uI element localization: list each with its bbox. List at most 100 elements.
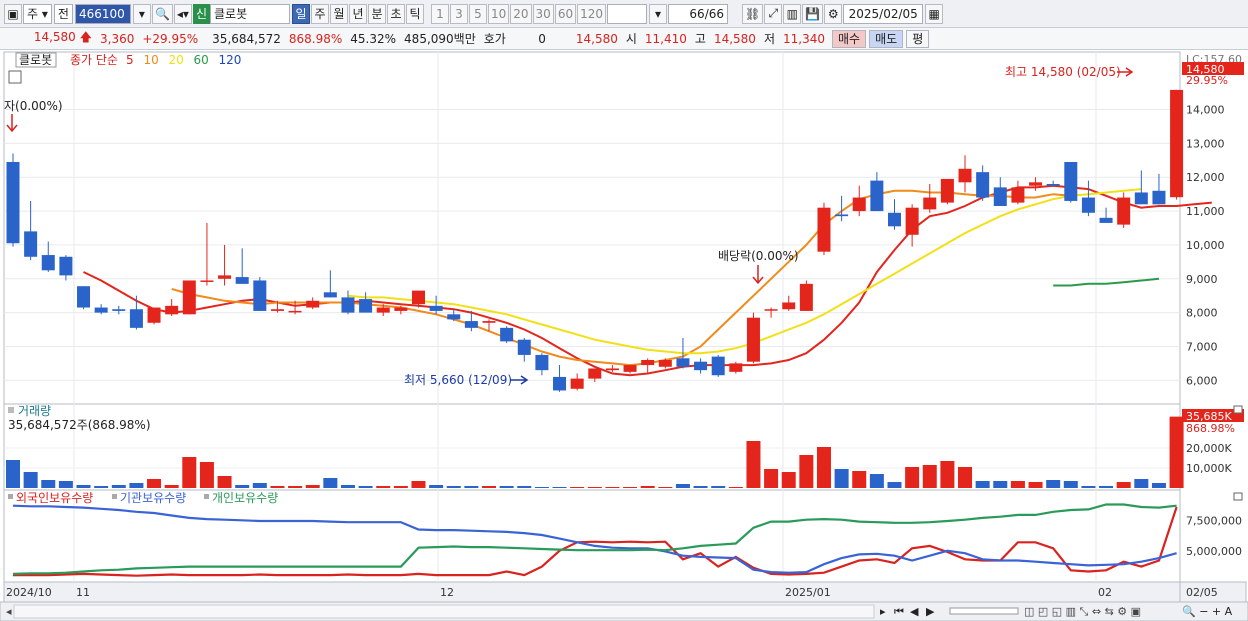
period-button-2[interactable]: 월 bbox=[329, 3, 348, 24]
candle-body bbox=[165, 305, 179, 315]
market-select[interactable]: 주 ▾ bbox=[23, 3, 52, 24]
candle-body bbox=[782, 302, 796, 310]
legend-ma-20: 20 bbox=[169, 53, 184, 67]
market-label: 주 bbox=[27, 7, 39, 21]
volume-info: 35,684,572주(868.98%) bbox=[8, 418, 151, 432]
volume-bar bbox=[552, 487, 567, 488]
interval-dropdown-icon[interactable]: ▾ bbox=[649, 3, 668, 24]
volume-bar bbox=[235, 485, 250, 488]
eval-button[interactable]: 평 bbox=[906, 29, 930, 48]
open-label: 시 bbox=[625, 32, 637, 46]
volume-bar bbox=[1134, 479, 1149, 488]
scroll-start-icon[interactable]: ⏮ bbox=[894, 605, 904, 618]
volume-tick-label: 20,000K bbox=[1186, 442, 1232, 455]
interval-button-30[interactable]: 30 bbox=[532, 3, 554, 24]
volume-bar bbox=[1028, 482, 1043, 488]
volume-bar bbox=[58, 481, 73, 488]
candle-body bbox=[429, 305, 443, 311]
interval-button-20[interactable]: 20 bbox=[510, 3, 532, 24]
candle-body bbox=[129, 309, 143, 328]
period-button-5[interactable]: 초 bbox=[386, 3, 405, 24]
period-button-3[interactable]: 년 bbox=[348, 3, 367, 24]
stock-code-input[interactable]: 466100 bbox=[74, 3, 131, 24]
current-price-value: 14,580 bbox=[33, 30, 76, 44]
volume-bar bbox=[869, 474, 884, 488]
volume-bar bbox=[799, 455, 814, 488]
candle-body bbox=[253, 280, 267, 311]
volume-bar bbox=[517, 486, 532, 488]
horizontal-scrollbar[interactable] bbox=[13, 604, 875, 619]
candle-body bbox=[570, 378, 584, 389]
interval-button-120[interactable]: 120 bbox=[577, 3, 607, 24]
chart-type-icon[interactable]: ▥ bbox=[783, 3, 802, 24]
interval-button-10[interactable]: 10 bbox=[487, 3, 510, 24]
up-arrow-icon: 🡅 bbox=[79, 30, 92, 44]
stock-chart-svg[interactable]: 14,000 13,000 12,000 11,000 10,000 9,000 8,000… bbox=[0, 50, 1248, 621]
price-tick-label: 10,000 bbox=[1186, 239, 1225, 252]
period-button-1[interactable]: 주 bbox=[310, 3, 329, 24]
interval-button-5[interactable]: 5 bbox=[468, 3, 487, 24]
volume-bar bbox=[887, 482, 902, 488]
code-dropdown-icon[interactable]: ▾ bbox=[132, 3, 151, 24]
sound-icon[interactable]: ◂▾ bbox=[173, 3, 192, 24]
candle-body bbox=[323, 292, 337, 298]
legend-ma-60: 60 bbox=[194, 53, 209, 67]
zoom-search-icon[interactable]: 🔍 − + A bbox=[1182, 604, 1233, 618]
gear-icon[interactable]: ⚙ bbox=[824, 3, 843, 24]
x-axis-label: 11 bbox=[76, 586, 90, 599]
interval-button-1[interactable]: 1 bbox=[430, 3, 449, 24]
candle-body bbox=[958, 168, 972, 183]
volume-panel-close-icon[interactable] bbox=[1233, 405, 1243, 414]
volume-bar bbox=[94, 486, 109, 488]
holdings-legend-item: 외국인보유수량 bbox=[16, 491, 93, 505]
window-menu-icon[interactable]: ▣ bbox=[4, 3, 22, 24]
period-select[interactable]: 전 bbox=[53, 3, 73, 24]
date-field[interactable]: 2025/02/05 bbox=[843, 3, 924, 24]
volume-bar bbox=[129, 483, 144, 488]
candle-body bbox=[588, 368, 602, 379]
candle-body bbox=[535, 354, 549, 371]
crosshair-icon[interactable]: ⤢ bbox=[764, 3, 783, 24]
scroll-right-icon[interactable]: ▸ bbox=[880, 605, 886, 618]
period-button-4[interactable]: 분 bbox=[367, 3, 386, 24]
save-icon[interactable]: 💾 bbox=[802, 3, 824, 24]
volume-bar bbox=[482, 486, 497, 488]
candle-body bbox=[500, 327, 514, 342]
candle-body bbox=[41, 255, 55, 271]
play-back-icon[interactable]: ◀ bbox=[910, 605, 919, 618]
buy-button[interactable]: 매수 bbox=[832, 29, 867, 48]
calculator-icon[interactable] bbox=[8, 70, 22, 84]
volume-panel-handle[interactable] bbox=[8, 407, 14, 413]
chart-area[interactable]: 14,000 13,000 12,000 11,000 10,000 9,000 8,000… bbox=[0, 50, 1248, 621]
interval-custom-input[interactable] bbox=[607, 3, 648, 24]
sell-button[interactable]: 매도 bbox=[869, 29, 904, 48]
volume-bar bbox=[675, 484, 690, 488]
search-icon[interactable]: 🔍 bbox=[151, 3, 173, 24]
period-button-0[interactable]: 일 bbox=[291, 3, 310, 24]
interval-button-60[interactable]: 60 bbox=[554, 3, 577, 24]
calendar-icon[interactable]: ▦ bbox=[925, 3, 944, 24]
interval-button-3[interactable]: 3 bbox=[449, 3, 468, 24]
volume-bar bbox=[199, 462, 214, 488]
zoom-slider[interactable] bbox=[949, 607, 1019, 615]
play-forward-icon[interactable]: ▶ bbox=[926, 605, 935, 618]
scroll-left-icon[interactable]: ◂ bbox=[6, 605, 12, 618]
chart-tools-icon[interactable]: ◫ ◰ ◱ ▥ ⤡ ⇔ ⇆ ⚙ ▣ bbox=[1024, 605, 1141, 618]
candle-body bbox=[218, 275, 232, 279]
candle-body bbox=[923, 197, 937, 210]
stock-name-field[interactable]: 클로봇 bbox=[209, 3, 290, 24]
period-button-6[interactable]: 틱 bbox=[405, 3, 424, 24]
price-tick-label: 9,000 bbox=[1186, 273, 1218, 286]
volume-title: 거래량 bbox=[18, 404, 51, 418]
volume-bar bbox=[182, 457, 197, 488]
volume-bar bbox=[411, 481, 426, 488]
volume-bar bbox=[834, 469, 849, 488]
link-icon[interactable]: ⛓ bbox=[742, 3, 764, 24]
trade-amount: 485,090백만 bbox=[404, 32, 476, 46]
candle-body bbox=[1117, 197, 1131, 225]
volume-bar bbox=[217, 476, 232, 488]
count-field[interactable]: 66/66 bbox=[668, 3, 729, 24]
volume-bar bbox=[41, 480, 56, 488]
holdings-panel-close-icon[interactable] bbox=[1233, 492, 1243, 501]
volume-bar bbox=[1081, 486, 1096, 488]
